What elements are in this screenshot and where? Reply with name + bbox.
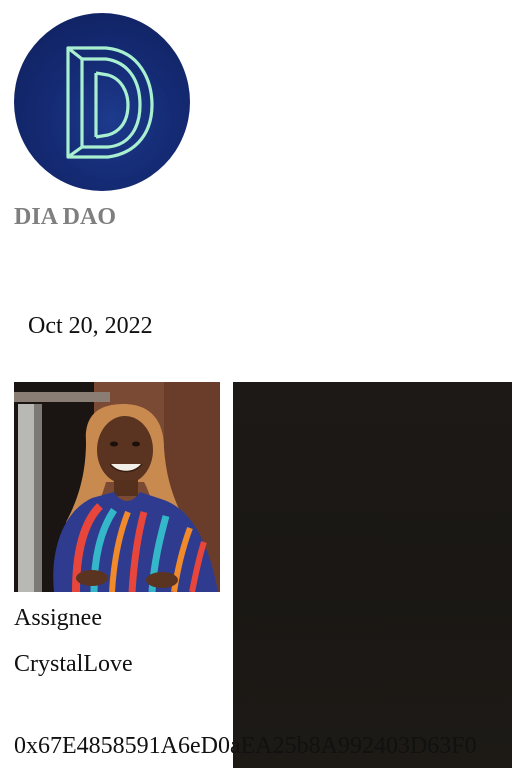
wallet-address-container: 0x67E4858591A6eD0aEA25b8A992403D63F0	[14, 733, 512, 765]
media-panel	[233, 382, 512, 768]
post-date: Oct 20, 2022	[28, 313, 153, 339]
assignee-label: Assignee	[14, 605, 102, 631]
org-name[interactable]: DIA DAO	[14, 204, 116, 231]
user-avatar-photo	[14, 382, 220, 592]
assignee-avatar[interactable]	[14, 382, 220, 592]
dia-dao-d-logo-icon	[66, 46, 154, 159]
assignee-username[interactable]: CrystalLove	[14, 651, 133, 678]
wallet-address[interactable]: 0x67E4858591A6eD0aEA25b8A992403D63F0	[14, 733, 477, 760]
org-logo[interactable]	[14, 13, 190, 191]
